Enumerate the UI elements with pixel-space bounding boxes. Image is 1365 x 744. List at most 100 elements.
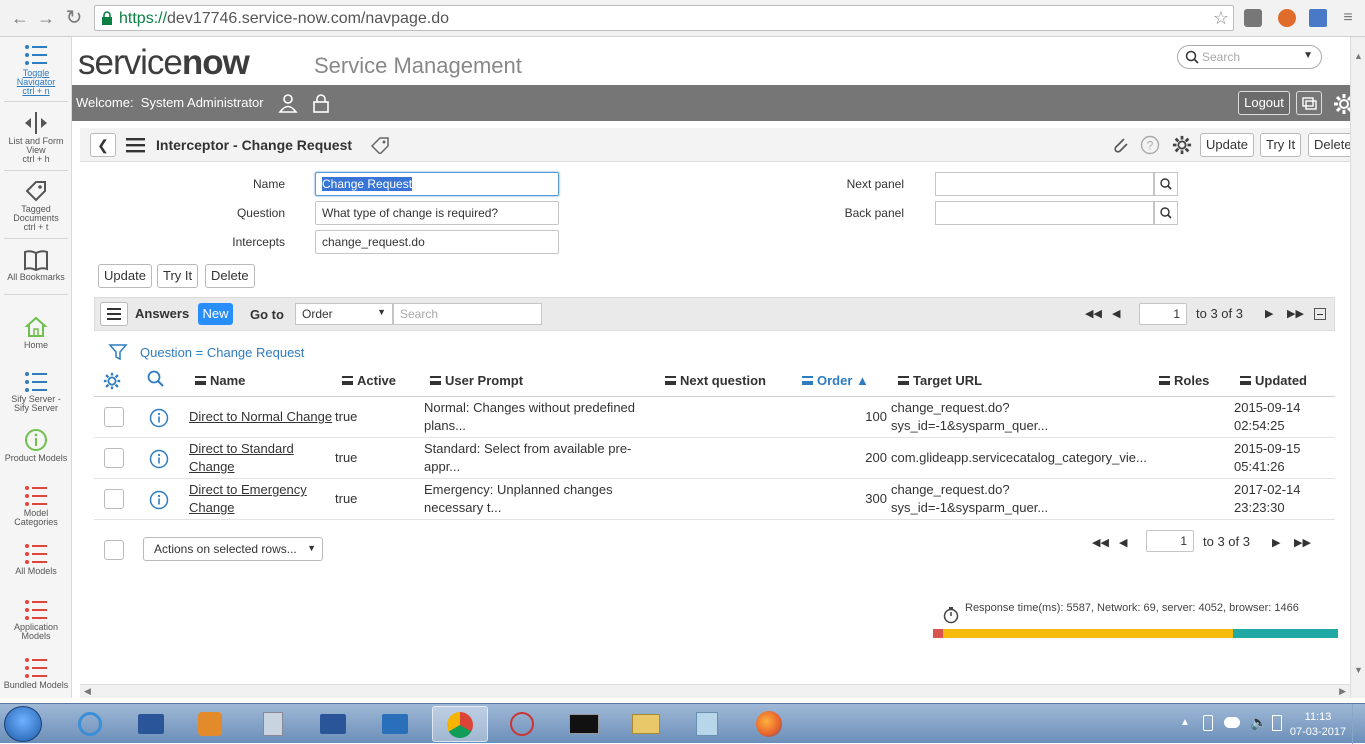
column-header-updated[interactable]: Updated (1240, 373, 1307, 388)
try-it-button[interactable]: Try It (157, 264, 199, 288)
vertical-scrollbar[interactable]: ▲ ▼ (1350, 37, 1365, 698)
extension-icon[interactable] (1244, 9, 1262, 27)
tray-clock[interactable]: 11:13 07-03-2017 (1288, 710, 1348, 740)
menu-icon[interactable]: ≡ (1338, 8, 1358, 28)
scroll-left-icon[interactable]: ◀ (84, 686, 91, 697)
list-menu-button[interactable] (100, 302, 128, 326)
address-bar[interactable]: https://dev17746.service-now.com/navpage… (94, 5, 1234, 31)
context-menu-icon[interactable] (126, 137, 146, 153)
list-search-input[interactable]: Search (393, 303, 542, 325)
tagged-documents[interactable]: Tagged Documents ctrl + t (0, 179, 72, 232)
goto-field-select[interactable]: Order ▼ (295, 303, 393, 325)
last-page-icon[interactable]: ▶▶ (1287, 307, 1304, 320)
application-models[interactable]: Application Models (0, 599, 72, 641)
gear-icon[interactable] (102, 371, 122, 391)
tag-icon[interactable] (370, 136, 390, 154)
try-it-button-header[interactable]: Try It (1260, 133, 1302, 157)
next-panel-field[interactable] (935, 172, 1154, 196)
info-icon[interactable] (149, 408, 169, 428)
chrome-taskbar-icon[interactable] (432, 706, 488, 742)
row-name-link[interactable]: Direct to Standard Change (189, 440, 294, 476)
extension-icon[interactable] (1278, 9, 1296, 27)
volume-icon[interactable]: 🔈 (1250, 714, 1267, 731)
scroll-right-icon[interactable]: ▶ (1339, 686, 1346, 697)
bundled-models[interactable]: Bundled Models (0, 657, 72, 690)
forward-arrow-icon[interactable]: → (36, 8, 56, 28)
column-header-user-prompt[interactable]: User Prompt (430, 373, 523, 388)
download-icon[interactable] (1309, 9, 1327, 27)
notepad-taskbar-icon[interactable] (679, 706, 735, 742)
logout-button[interactable]: Logout (1238, 91, 1290, 115)
powershell-taskbar-icon[interactable] (367, 706, 423, 742)
back-panel-field[interactable] (935, 201, 1154, 225)
select-all-checkbox[interactable] (104, 540, 124, 560)
column-header-active[interactable]: Active (342, 373, 396, 388)
back-button[interactable]: ❮ (90, 133, 116, 157)
impersonate-user-icon[interactable] (278, 93, 298, 113)
powershell-taskbar-icon[interactable] (123, 706, 179, 742)
explorer-taskbar-icon[interactable] (618, 706, 674, 742)
next-panel-lookup[interactable] (1154, 172, 1178, 196)
page-input[interactable]: 1 (1146, 530, 1194, 552)
product-models[interactable]: Product Models (0, 428, 72, 463)
battery-icon[interactable] (1203, 715, 1213, 731)
intercepts-field[interactable]: change_request.do (315, 230, 559, 254)
row-name-link[interactable]: Direct to Normal Change (189, 408, 332, 426)
gear-icon[interactable] (1172, 135, 1192, 155)
list-form-view[interactable]: List and Form View ctrl + h (0, 111, 72, 164)
snipping-tool-taskbar-icon[interactable] (494, 706, 550, 742)
filter-breadcrumb[interactable]: Question = Change Request (140, 345, 304, 360)
next-page-icon[interactable]: ▶ (1265, 307, 1273, 320)
search-icon[interactable] (147, 370, 165, 388)
sify-server[interactable]: Sify Server - Sify Server (0, 371, 72, 413)
help-icon[interactable]: ? (1140, 135, 1160, 155)
update-button[interactable]: Update (98, 264, 152, 288)
lock-icon[interactable] (312, 93, 330, 113)
cloud-icon[interactable] (1224, 717, 1240, 728)
network-icon[interactable] (1272, 715, 1282, 731)
row-checkbox[interactable] (104, 489, 124, 509)
column-header-roles[interactable]: Roles (1159, 373, 1209, 388)
all-bookmarks[interactable]: All Bookmarks (0, 249, 72, 282)
first-page-icon[interactable]: ◀◀ (1092, 536, 1109, 549)
start-button[interactable] (4, 706, 42, 742)
scroll-down-icon[interactable]: ▼ (1354, 665, 1363, 675)
model-categories[interactable]: Model Categories (0, 485, 72, 527)
scroll-up-icon[interactable]: ▲ (1354, 51, 1363, 61)
paperclip-icon[interactable] (1112, 136, 1130, 154)
bookmark-star-icon[interactable]: ☆ (1213, 8, 1229, 29)
update-button-header[interactable]: Update (1200, 133, 1254, 157)
powershell-taskbar-icon[interactable] (305, 706, 361, 742)
reload-icon[interactable]: ↻ (64, 8, 84, 28)
back-arrow-icon[interactable]: ← (10, 8, 30, 28)
collapse-icon[interactable] (1314, 308, 1326, 320)
actions-select[interactable]: Actions on selected rows... ▼ (143, 537, 323, 561)
delete-button[interactable]: Delete (205, 264, 255, 288)
column-header-target-url[interactable]: Target URL (898, 373, 982, 388)
home[interactable]: Home (0, 315, 72, 350)
first-page-icon[interactable]: ◀◀ (1085, 307, 1102, 320)
show-desktop-button[interactable] (1352, 704, 1365, 744)
column-header-next-question[interactable]: Next question (665, 373, 766, 388)
ie-taskbar-icon[interactable] (62, 706, 118, 742)
global-search[interactable]: Search ▼ (1177, 45, 1322, 69)
media-player-taskbar-icon[interactable] (182, 706, 238, 742)
row-checkbox[interactable] (104, 407, 124, 427)
calculator-taskbar-icon[interactable] (245, 706, 301, 742)
row-checkbox[interactable] (104, 448, 124, 468)
all-models[interactable]: All Models (0, 543, 72, 576)
next-page-icon[interactable]: ▶ (1272, 536, 1280, 549)
toggle-navigator[interactable]: Toggle Navigator ctrl + n (0, 43, 72, 96)
filter-icon[interactable] (108, 342, 128, 362)
column-header-order[interactable]: Order ▲ (802, 373, 869, 388)
info-icon[interactable] (149, 490, 169, 510)
last-page-icon[interactable]: ▶▶ (1294, 536, 1311, 549)
tray-expand-icon[interactable]: ▲ (1180, 717, 1190, 728)
firefox-taskbar-icon[interactable] (741, 706, 797, 742)
cmd-taskbar-icon[interactable] (556, 706, 612, 742)
column-header-name[interactable]: Name (195, 373, 245, 388)
name-field[interactable]: Change Request (315, 172, 559, 196)
question-field[interactable]: What type of change is required? (315, 201, 559, 225)
back-panel-lookup[interactable] (1154, 201, 1178, 225)
popout-button[interactable] (1296, 91, 1322, 115)
